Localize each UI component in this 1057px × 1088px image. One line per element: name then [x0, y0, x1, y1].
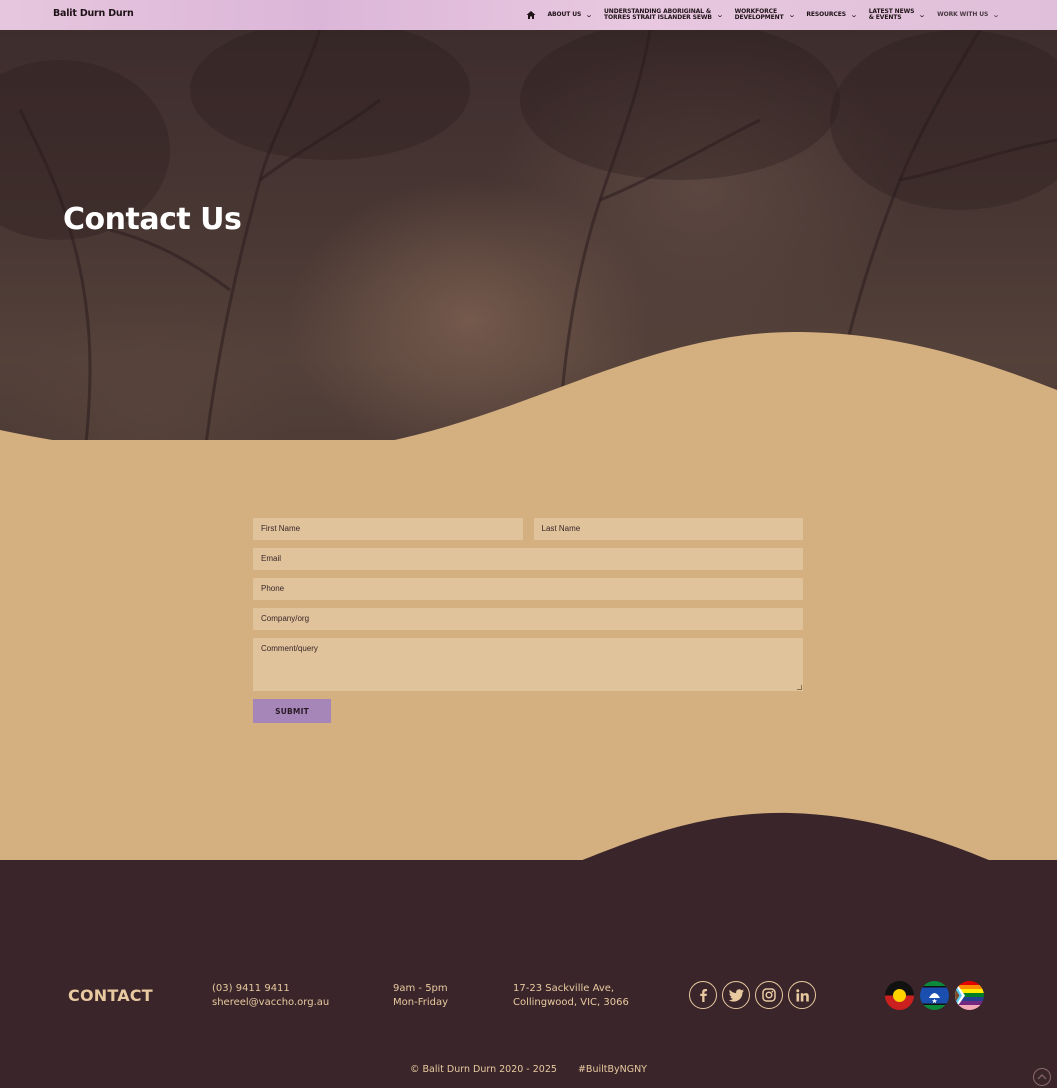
- facebook-icon[interactable]: [689, 981, 717, 1009]
- menu-item-about-us[interactable]: ABOUT US ⌄: [547, 10, 594, 19]
- instagram-icon[interactable]: [755, 981, 783, 1009]
- comment-placeholder: Comment/query: [261, 644, 318, 653]
- phone-input[interactable]: Phone: [253, 578, 803, 600]
- menu-label-line2: TORRES STRAIT ISLANDER SEWB: [604, 14, 712, 21]
- company-input[interactable]: Company/org: [253, 608, 803, 630]
- torres-strait-islander-flag-icon: [920, 981, 949, 1010]
- bottom-wave-divider: [0, 812, 1057, 940]
- chevron-down-icon: ⌄: [849, 10, 858, 19]
- footer-phone-email: (03) 9411 9411 shereel@vaccho.org.au: [212, 982, 329, 1010]
- submit-button[interactable]: SUBMIT: [253, 699, 331, 723]
- menu-label-line2: DEVELOPMENT: [734, 14, 784, 21]
- chevron-down-icon: ⌄: [918, 10, 927, 19]
- chevron-down-icon: ⌄: [585, 10, 594, 19]
- chevron-down-icon: ⌄: [715, 10, 724, 19]
- menu-item-workforce-development[interactable]: WORKFORCE DEVELOPMENT ⌄: [734, 8, 796, 22]
- site-footer: CONTACT (03) 9411 9411 shereel@vaccho.or…: [0, 940, 1057, 1088]
- menu-item-latest-news[interactable]: LATEST NEWS & EVENTS ⌄: [868, 8, 927, 22]
- top-wave-divider: [0, 331, 1057, 465]
- built-by-link[interactable]: #BuiltByNGNY: [578, 1064, 647, 1075]
- site-brand[interactable]: Balit Durn Durn: [53, 8, 134, 19]
- menu-label: LATEST NEWS & EVENTS: [868, 8, 915, 22]
- footer-address-line1: 17-23 Sackville Ave,: [513, 983, 615, 994]
- linkedin-icon[interactable]: [788, 981, 816, 1009]
- menu-item-resources[interactable]: RESOURCES ⌄: [806, 10, 858, 19]
- email-input[interactable]: Email: [253, 548, 803, 570]
- pride-flag-icon: [955, 981, 984, 1010]
- twitter-icon[interactable]: [722, 981, 750, 1009]
- menu-label: UNDERSTANDING ABORIGINAL & TORRES STRAIT …: [604, 8, 712, 22]
- page-title: Contact Us: [63, 202, 242, 237]
- contact-form: First Name Last Name Email Phone Company…: [253, 518, 803, 723]
- footer-hours: 9am - 5pm Mon-Friday: [393, 982, 448, 1010]
- social-links: [689, 981, 816, 1009]
- footer-hours-days: Mon-Friday: [393, 997, 448, 1008]
- main-menu: ABOUT US ⌄ UNDERSTANDING ABORIGINAL & TOR…: [514, 0, 1000, 30]
- menu-label: WORKFORCE DEVELOPMENT: [734, 8, 784, 22]
- footer-contact-heading: CONTACT: [68, 986, 153, 1005]
- footer-phone[interactable]: (03) 9411 9411: [212, 982, 329, 996]
- menu-item-work-with-us[interactable]: WORK WITH US ⌄: [937, 10, 1001, 19]
- menu-label: ABOUT US: [547, 10, 582, 18]
- copyright-text: © Balit Durn Durn 2020 - 2025: [410, 1064, 557, 1075]
- aboriginal-flag-icon: [885, 981, 914, 1010]
- footer-hours-time: 9am - 5pm: [393, 983, 448, 994]
- menu-label: RESOURCES: [806, 10, 846, 18]
- last-name-input[interactable]: Last Name: [533, 518, 803, 540]
- footer-email[interactable]: shereel@vaccho.org.au: [212, 996, 329, 1010]
- top-navigation: Balit Durn Durn ABOUT US ⌄ UNDERSTANDING…: [0, 0, 1057, 30]
- copyright-bar: © Balit Durn Durn 2020 - 2025 #BuiltByNG…: [0, 1064, 1057, 1075]
- home-link[interactable]: [526, 10, 536, 20]
- footer-address: 17-23 Sackville Ave, Collingwood, VIC, 3…: [513, 982, 629, 1010]
- menu-item-understanding-sewb[interactable]: UNDERSTANDING ABORIGINAL & TORRES STRAIT …: [604, 8, 724, 22]
- footer-address-line2: Collingwood, VIC, 3066: [513, 997, 629, 1008]
- chevron-down-icon: ⌄: [992, 10, 1001, 19]
- first-name-input[interactable]: First Name: [253, 518, 523, 540]
- menu-label: WORK WITH US: [937, 10, 989, 18]
- flags-group: [885, 981, 984, 1010]
- home-icon: [526, 11, 535, 19]
- chevron-down-icon: ⌄: [787, 10, 796, 19]
- menu-label-line2: & EVENTS: [868, 14, 902, 21]
- resize-handle-icon[interactable]: [797, 685, 802, 690]
- comment-textarea[interactable]: Comment/query: [253, 638, 803, 691]
- scroll-to-top-button[interactable]: [1033, 1068, 1051, 1086]
- chevron-up-icon: [1037, 1074, 1047, 1080]
